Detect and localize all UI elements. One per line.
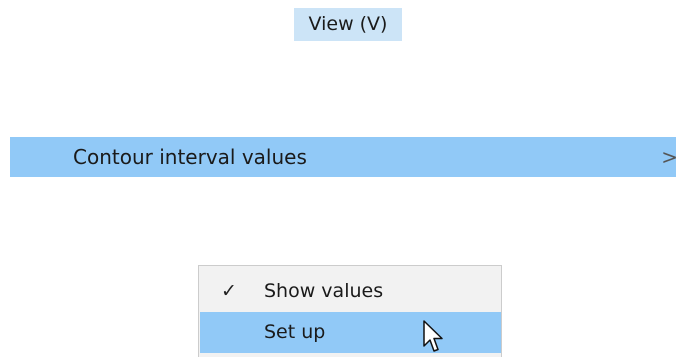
menu-item-label: Contour interval values: [73, 145, 307, 169]
menu-item-label: Show values: [264, 280, 384, 302]
menu-view[interactable]: View (V): [294, 8, 402, 41]
menu-item-label: Set up: [264, 321, 326, 343]
menu-item-contour-interval-values[interactable]: Contour interval values >: [10, 137, 676, 177]
checkmark-icon: ✓: [221, 280, 237, 302]
menu-item-set-up[interactable]: Set up: [200, 312, 501, 353]
chevron-right-icon: >: [661, 145, 676, 169]
contour-values-submenu: ✓ Show values Set up: [198, 265, 502, 357]
mouse-pointer-icon: [423, 320, 443, 352]
menu-item-show-values[interactable]: ✓ Show values: [200, 271, 501, 312]
